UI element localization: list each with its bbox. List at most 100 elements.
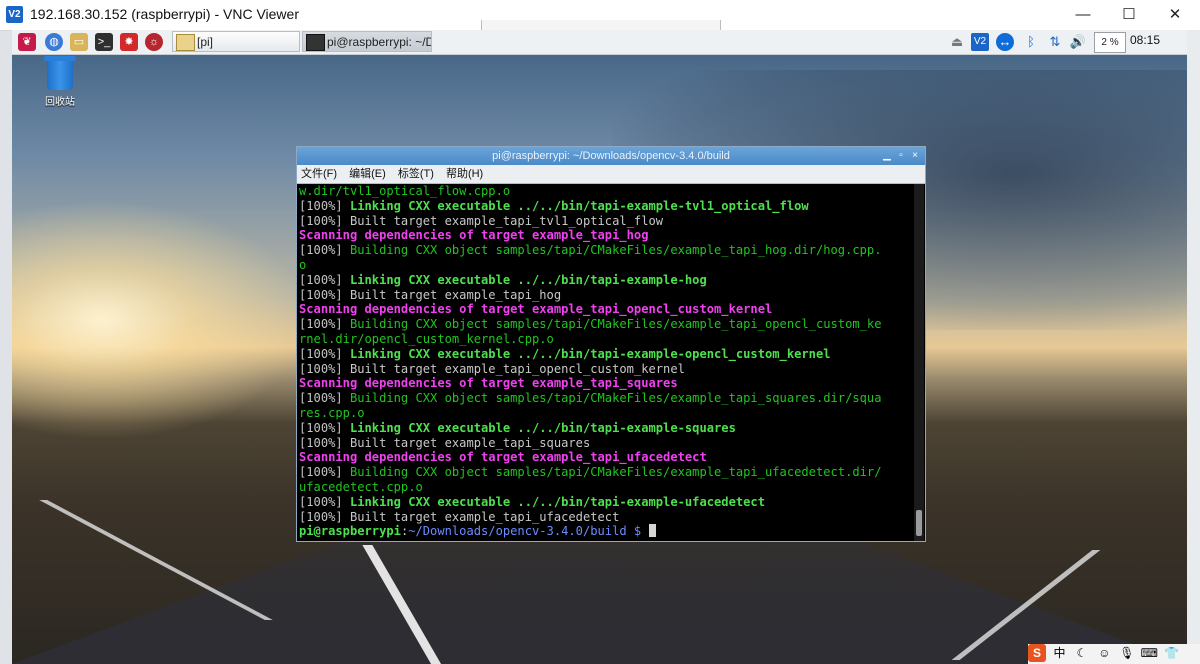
line-text: Building CXX object samples/tapi/CMakeFi… <box>349 391 882 406</box>
terminal-scrollbar[interactable] <box>914 184 924 541</box>
terminal-output[interactable]: w.dir/tvl1_optical_flow.cpp.o [100%] Link… <box>298 184 909 541</box>
host-ime-tray: S 中 ☾ ☺ 🎙 ⌨ 👕 <box>1028 644 1200 664</box>
line-text: Scanning dependencies of target example_… <box>299 228 649 243</box>
web-browser-icon[interactable]: ◍ <box>45 33 63 51</box>
shell-prompt[interactable]: pi@raspberrypi:~/Downloads/opencv-3.4.0/… <box>299 524 909 539</box>
terminal-launcher-icon[interactable]: >_ <box>95 33 113 51</box>
line-text: Built target example_tapi_squares <box>349 435 591 450</box>
desktop-trash[interactable]: 回收站 <box>40 56 80 108</box>
line-text: Linking CXX executable ../../bin/tapi-ex… <box>349 272 707 287</box>
progress-prefix: [100%] <box>299 317 350 332</box>
terminal-line: Scanning dependencies of target example_… <box>299 228 909 243</box>
progress-prefix: [100%] <box>299 465 350 480</box>
menu-edit[interactable]: 编辑(E) <box>349 168 386 180</box>
task-file-manager[interactable]: [pi] <box>172 31 300 52</box>
prompt-user: pi@raspberrypi <box>299 524 401 539</box>
raspberry-menu-icon[interactable]: ❦ <box>18 33 36 51</box>
vnc-server-icon[interactable]: V2 <box>971 33 989 51</box>
network-icon[interactable]: ⇅ <box>1046 33 1064 51</box>
terminal-line: [100%] Building CXX object samples/tapi/… <box>299 243 909 258</box>
line-text: Linking CXX executable ../../bin/tapi-ex… <box>349 198 809 213</box>
file-manager-icon[interactable]: ▭ <box>70 33 88 51</box>
task-label: pi@raspberrypi: ~/Do... <box>327 35 431 49</box>
teamviewer-icon[interactable]: ↔ <box>996 33 1014 51</box>
bluetooth-icon[interactable]: ᛒ <box>1022 33 1040 51</box>
terminal-line: [100%] Built target example_tapi_ufacede… <box>299 510 909 525</box>
terminal-line: [100%] Built target example_tapi_opencl_… <box>299 362 909 377</box>
terminal-line: [100%] Building CXX object samples/tapi/… <box>299 317 909 332</box>
cpu-monitor: 2 % <box>1094 32 1126 53</box>
terminal-line: Scanning dependencies of target example_… <box>299 376 909 391</box>
terminal-line: [100%] Linking CXX executable ../../bin/… <box>299 199 909 214</box>
sogou-ime-icon[interactable]: S <box>1028 644 1046 662</box>
ime-language-indicator[interactable]: 中 <box>1050 644 1068 662</box>
progress-prefix: [100%] <box>299 494 350 509</box>
terminal-titlebar[interactable]: pi@raspberrypi: ~/Downloads/opencv-3.4.0… <box>297 147 925 165</box>
terminal-line: [100%] Built target example_tapi_squares <box>299 436 909 451</box>
wolfram-icon[interactable]: ☼ <box>145 33 163 51</box>
progress-prefix: [100%] <box>299 391 350 406</box>
progress-prefix: [100%] <box>299 243 350 258</box>
scrollbar-thumb[interactable] <box>916 510 922 536</box>
task-terminal[interactable]: pi@raspberrypi: ~/Do... <box>302 31 432 52</box>
emoji-icon[interactable]: ☺ <box>1095 644 1113 662</box>
line-text: Scanning dependencies of target example_… <box>299 450 707 465</box>
prompt-path: ~/Downloads/opencv-3.4.0/build $ <box>408 524 649 539</box>
line-text: Linking CXX executable ../../bin/tapi-ex… <box>349 420 736 435</box>
line-text: res.cpp.o <box>299 405 365 420</box>
keyboard-icon[interactable]: ⌨ <box>1140 644 1158 662</box>
terminal-line: rnel.dir/opencl_custom_kernel.cpp.o <box>299 332 909 347</box>
terminal-line: Scanning dependencies of target example_… <box>299 450 909 465</box>
menu-help[interactable]: 帮助(H) <box>446 168 483 180</box>
panel-clock[interactable]: 08:15 <box>1130 33 1160 47</box>
terminal-window[interactable]: pi@raspberrypi: ~/Downloads/opencv-3.4.0… <box>296 146 926 542</box>
remote-desktop[interactable]: ❦ ◍ ▭ >_ ✸ ☼ [pi] pi@raspberrypi: ~/Do..… <box>12 30 1187 664</box>
terminal-close-button[interactable]: × <box>909 148 921 164</box>
line-text: Building CXX object samples/tapi/CMakeFi… <box>349 465 882 480</box>
lxde-panel: ❦ ◍ ▭ >_ ✸ ☼ [pi] pi@raspberrypi: ~/Do..… <box>12 30 1187 55</box>
line-text: Scanning dependencies of target example_… <box>299 302 773 317</box>
menu-tabs[interactable]: 标签(T) <box>398 168 434 180</box>
skin-icon[interactable]: 👕 <box>1163 644 1181 662</box>
mathematica-icon[interactable]: ✸ <box>120 33 138 51</box>
line-text: Built target example_tapi_opencl_custom_… <box>349 361 685 376</box>
progress-prefix: [100%] <box>299 213 350 228</box>
terminal-minimize-button[interactable]: ▁ <box>881 148 893 164</box>
terminal-line: [100%] Linking CXX executable ../../bin/… <box>299 347 909 362</box>
line-text: Building CXX object samples/tapi/CMakeFi… <box>349 317 882 332</box>
terminal-line: [100%] Linking CXX executable ../../bin/… <box>299 273 909 288</box>
progress-prefix: [100%] <box>299 198 350 213</box>
terminal-line: w.dir/tvl1_optical_flow.cpp.o <box>299 184 909 199</box>
progress-prefix: [100%] <box>299 509 350 524</box>
progress-prefix: [100%] <box>299 361 350 376</box>
terminal-menubar: 文件(F) 编辑(E) 标签(T) 帮助(H) <box>297 165 925 184</box>
progress-prefix: [100%] <box>299 272 350 287</box>
vnc-titlebar: V2 192.168.30.152 (raspberrypi) - VNC Vi… <box>0 0 1200 31</box>
terminal-title: pi@raspberrypi: ~/Downloads/opencv-3.4.0… <box>492 150 730 162</box>
line-text: Scanning dependencies of target example_… <box>299 376 678 391</box>
terminal-line: [100%] Linking CXX executable ../../bin/… <box>299 495 909 510</box>
close-button[interactable]: ✕ <box>1152 0 1198 30</box>
eject-icon[interactable]: ⏏ <box>948 33 966 51</box>
mic-icon[interactable]: 🎙 <box>1118 644 1136 662</box>
line-text: Built target example_tapi_ufacedetect <box>349 509 620 524</box>
punctuation-icon[interactable]: ☾ <box>1073 644 1091 662</box>
vnc-logo-icon: V2 <box>6 6 23 23</box>
terminal-line: o <box>299 258 909 273</box>
terminal-maximize-button[interactable]: ▫ <box>895 148 907 164</box>
volume-icon[interactable]: 🔊 <box>1069 33 1087 51</box>
line-text: Building CXX object samples/tapi/CMakeFi… <box>349 243 882 258</box>
line-text: w.dir/tvl1_optical_flow.cpp.o <box>299 184 511 198</box>
trash-icon <box>44 56 76 90</box>
line-text: Built target example_tapi_tvl1_optical_f… <box>349 213 664 228</box>
terminal-line: res.cpp.o <box>299 406 909 421</box>
line-text: Linking CXX executable ../../bin/tapi-ex… <box>349 494 765 509</box>
line-text: o <box>299 257 307 272</box>
menu-file[interactable]: 文件(F) <box>301 168 337 180</box>
terminal-line: Scanning dependencies of target example_… <box>299 302 909 317</box>
trash-label: 回收站 <box>45 97 75 108</box>
maximize-button[interactable]: ☐ <box>1106 0 1152 30</box>
line-text: rnel.dir/opencl_custom_kernel.cpp.o <box>299 331 554 346</box>
progress-prefix: [100%] <box>299 346 350 361</box>
minimize-button[interactable]: — <box>1060 0 1106 30</box>
